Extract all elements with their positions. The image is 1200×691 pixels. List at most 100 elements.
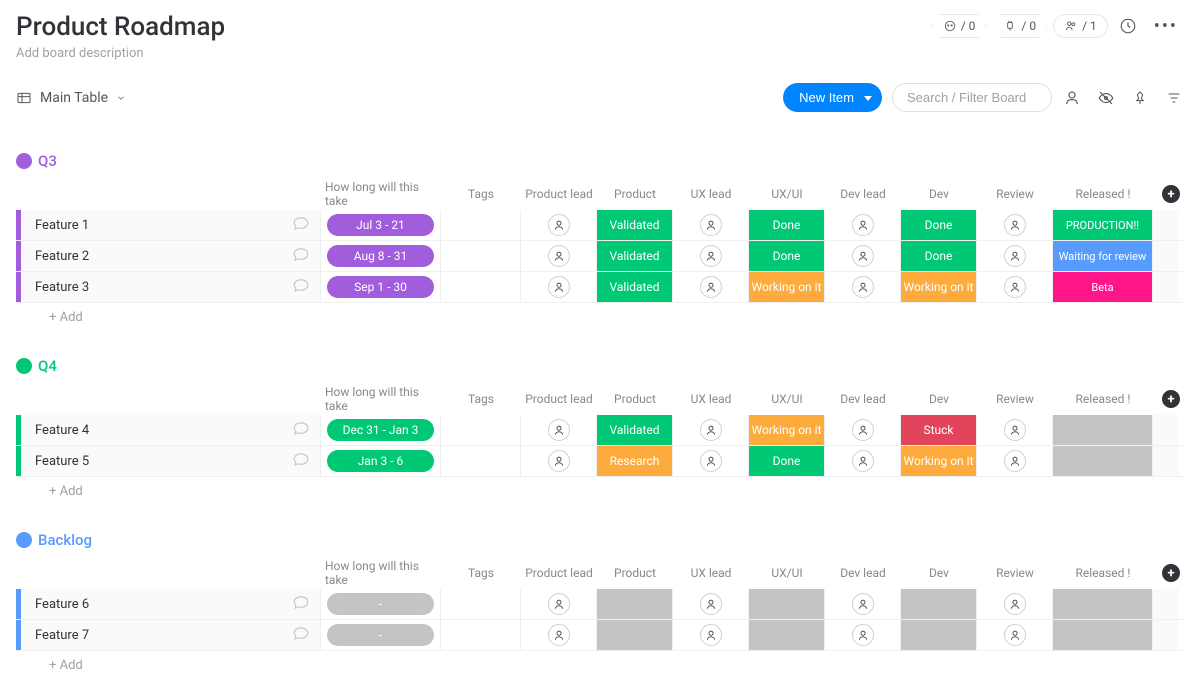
more-menu[interactable]: ••• [1148,16,1184,37]
automations-chip[interactable]: / 0 [932,14,987,38]
status-cell[interactable] [749,620,825,650]
person-cell[interactable] [977,589,1053,619]
status-cell[interactable] [749,589,825,619]
item-name[interactable]: Feature 6 [35,597,89,612]
status-cell[interactable] [1053,415,1153,445]
person-cell[interactable] [825,620,901,650]
column-header[interactable]: Released ! [1053,564,1153,582]
status-cell[interactable]: Validated [597,210,673,240]
column-header[interactable]: How long will this take [321,557,441,589]
status-cell[interactable]: Done [749,241,825,271]
status-cell[interactable]: Research [597,446,673,476]
person-cell[interactable] [825,210,901,240]
collapse-toggle[interactable] [16,153,32,169]
person-cell[interactable] [825,446,901,476]
column-header[interactable]: Dev [901,185,977,203]
column-header[interactable]: Dev lead [825,564,901,582]
person-cell[interactable] [977,446,1053,476]
status-cell[interactable]: Working on it [901,272,977,302]
board-title[interactable]: Product Roadmap [16,12,225,42]
column-header[interactable]: Review [977,564,1053,582]
status-cell[interactable]: Validated [597,272,673,302]
duration-cell[interactable]: Jan 3 - 6 [321,446,441,476]
item-name[interactable]: Feature 5 [35,454,89,469]
person-cell[interactable] [521,241,597,271]
row-name-cell[interactable]: Feature 1 [21,210,321,240]
status-cell[interactable] [901,589,977,619]
person-cell[interactable] [825,415,901,445]
person-cell[interactable] [521,415,597,445]
column-header[interactable]: Product lead [521,564,597,582]
tags-cell[interactable] [441,210,521,240]
column-header[interactable]: Released ! [1053,390,1153,408]
add-column-button[interactable]: + [1159,185,1183,203]
group-title[interactable]: Backlog [38,531,92,549]
column-header[interactable]: Review [977,390,1053,408]
tags-cell[interactable] [441,620,521,650]
status-cell[interactable]: PRODUCTION!! [1053,210,1153,240]
person-cell[interactable] [673,210,749,240]
person-cell[interactable] [977,415,1053,445]
column-header[interactable]: Product [597,185,673,203]
column-header[interactable]: How long will this take [321,178,441,210]
column-header[interactable]: Review [977,185,1053,203]
column-header[interactable]: Dev [901,390,977,408]
person-cell[interactable] [521,210,597,240]
pin-button[interactable] [1130,88,1150,108]
status-cell[interactable] [901,620,977,650]
item-name[interactable]: Feature 1 [35,218,89,233]
person-cell[interactable] [977,272,1053,302]
column-header[interactable]: Tags [441,564,521,582]
row-name-cell[interactable]: Feature 5 [21,446,321,476]
chat-icon[interactable] [292,214,320,236]
status-cell[interactable]: Validated [597,241,673,271]
person-cell[interactable] [521,589,597,619]
column-header[interactable]: UX/UI [749,185,825,203]
person-cell[interactable] [977,620,1053,650]
board-description[interactable]: Add board description [16,46,1184,61]
add-column-button[interactable]: + [1159,564,1183,582]
new-item-button[interactable]: New Item [783,83,882,112]
item-name[interactable]: Feature 3 [35,280,89,295]
duration-cell[interactable]: Dec 31 - Jan 3 [321,415,441,445]
status-cell[interactable]: Done [749,446,825,476]
item-name[interactable]: Feature 7 [35,628,89,643]
chat-icon[interactable] [292,593,320,615]
column-header[interactable]: Released ! [1053,185,1153,203]
status-cell[interactable]: Working on it [901,446,977,476]
tags-cell[interactable] [441,241,521,271]
status-cell[interactable] [1053,446,1153,476]
person-filter-button[interactable] [1062,88,1082,108]
duration-cell[interactable]: Sep 1 - 30 [321,272,441,302]
tags-cell[interactable] [441,272,521,302]
status-cell[interactable] [1053,589,1153,619]
row-name-cell[interactable]: Feature 4 [21,415,321,445]
chat-icon[interactable] [292,450,320,472]
column-header[interactable]: UX/UI [749,390,825,408]
duration-cell[interactable]: - [321,589,441,619]
person-cell[interactable] [673,241,749,271]
hide-button[interactable] [1096,88,1116,108]
tags-cell[interactable] [441,589,521,619]
status-cell[interactable]: Working on it [749,272,825,302]
column-header[interactable]: UX lead [673,185,749,203]
person-cell[interactable] [673,620,749,650]
status-cell[interactable]: Done [901,241,977,271]
status-cell[interactable]: Beta [1053,272,1153,302]
person-cell[interactable] [825,589,901,619]
chat-icon[interactable] [292,245,320,267]
status-cell[interactable]: Done [901,210,977,240]
status-cell[interactable]: Stuck [901,415,977,445]
column-header[interactable]: Product lead [521,390,597,408]
person-cell[interactable] [673,272,749,302]
collapse-toggle[interactable] [16,358,32,374]
status-cell[interactable]: Working on it [749,415,825,445]
add-row[interactable]: + Add [16,651,1184,679]
person-cell[interactable] [977,241,1053,271]
status-cell[interactable] [597,620,673,650]
column-header[interactable]: Tags [441,185,521,203]
row-name-cell[interactable]: Feature 6 [21,589,321,619]
item-name[interactable]: Feature 2 [35,249,89,264]
status-cell[interactable] [1053,620,1153,650]
add-row[interactable]: + Add [16,477,1184,505]
